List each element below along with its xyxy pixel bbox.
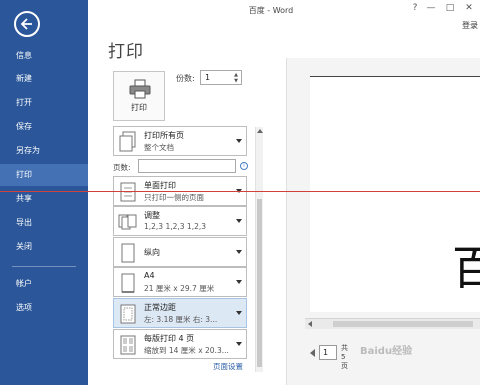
chevron-down-icon bbox=[236, 342, 242, 346]
annotation-line bbox=[0, 191, 480, 192]
dropdown-main-text: 单面打印 bbox=[144, 181, 176, 190]
backstage-sidebar: 信息 新建 打开 保存 另存为 打印 共享 导出 关闭 帐户 选项 bbox=[0, 0, 88, 385]
minimize-button[interactable]: — bbox=[424, 3, 438, 13]
watermark: Baidu经验 bbox=[360, 346, 413, 357]
margins-dropdown[interactable]: 正常边距 左: 3.18 厘米 右: 3... bbox=[113, 298, 247, 328]
preview-text: 百 bbox=[452, 241, 480, 295]
sidebar-item-export[interactable]: 导出 bbox=[0, 212, 88, 234]
scrollbar-thumb[interactable] bbox=[333, 321, 473, 327]
dropdown-main-text: 纵向 bbox=[144, 248, 160, 257]
sidebar-item-info[interactable]: 信息 bbox=[0, 45, 88, 67]
sidebar-divider bbox=[12, 266, 76, 267]
sidebar-item-print[interactable]: 打印 bbox=[0, 164, 88, 186]
sidebar-item-save[interactable]: 保存 bbox=[0, 116, 88, 138]
window-title: 百度 - Word bbox=[248, 6, 294, 15]
pages-per-sheet-icon bbox=[120, 335, 136, 355]
chevron-down-icon bbox=[236, 250, 242, 254]
arrow-left-icon bbox=[20, 18, 32, 30]
back-button[interactable] bbox=[14, 11, 40, 37]
chevron-down-icon bbox=[236, 219, 242, 223]
dropdown-sub-text: 1,2,3 1,2,3 1,2,3 bbox=[144, 222, 207, 231]
dropdown-sub-text: 整个文档 bbox=[144, 143, 174, 152]
page-number-input[interactable]: 1 bbox=[319, 345, 337, 360]
one-sided-icon bbox=[120, 182, 136, 202]
sidebar-item-options[interactable]: 选项 bbox=[0, 297, 88, 319]
dropdown-sub-text: 缩放到 14 厘米 x 20.3... bbox=[144, 346, 229, 355]
chevron-down-icon bbox=[236, 280, 242, 284]
collate-dropdown[interactable]: 调整 1,2,3 1,2,3 1,2,3 bbox=[113, 206, 247, 236]
paper-size-dropdown[interactable]: A4 21 厘米 x 29.7 厘米 bbox=[113, 267, 247, 297]
paper-size-icon bbox=[121, 273, 135, 293]
dropdown-sub-text: 左: 3.18 厘米 右: 3... bbox=[144, 315, 218, 324]
dropdown-sub-text: 只打印一侧的页面 bbox=[144, 193, 204, 202]
print-range-dropdown[interactable]: 打印所有页 整个文档 bbox=[113, 126, 247, 156]
sidebar-item-open[interactable]: 打开 bbox=[0, 92, 88, 114]
copies-value: 1 bbox=[205, 73, 211, 82]
scroll-left-icon[interactable] bbox=[308, 321, 312, 327]
spin-arrows-icon[interactable]: ▲ ▼ bbox=[232, 72, 240, 84]
sidebar-item-account[interactable]: 帐户 bbox=[0, 273, 88, 295]
page-title: 打印 bbox=[108, 42, 144, 62]
dropdown-main-text: 调整 bbox=[144, 211, 160, 220]
help-button[interactable]: ? bbox=[408, 3, 422, 13]
preview-horizontal-scrollbar[interactable] bbox=[305, 318, 480, 329]
dropdown-main-text: 打印所有页 bbox=[144, 131, 184, 140]
collate-icon bbox=[118, 214, 137, 230]
sidebar-item-save-as[interactable]: 另存为 bbox=[0, 140, 88, 162]
printer-icon bbox=[129, 79, 151, 99]
chevron-down-icon bbox=[236, 139, 242, 143]
sidebar-item-new[interactable]: 新建 bbox=[0, 68, 88, 90]
dropdown-main-text: 正常边距 bbox=[144, 303, 176, 312]
pages-label: 页数: bbox=[113, 163, 131, 172]
sidebar-item-close[interactable]: 关闭 bbox=[0, 236, 88, 258]
previous-page-icon[interactable] bbox=[310, 349, 315, 357]
portrait-icon bbox=[121, 243, 135, 263]
settings-scrollbar[interactable] bbox=[255, 127, 263, 372]
login-link[interactable]: 登录 bbox=[462, 20, 478, 31]
dropdown-main-text: 每版打印 4 页 bbox=[144, 334, 195, 343]
page-setup-link[interactable]: 页面设置 bbox=[213, 361, 243, 372]
info-icon[interactable]: i bbox=[240, 162, 248, 170]
dropdown-main-text: A4 bbox=[144, 271, 155, 280]
print-button[interactable]: 打印 bbox=[113, 71, 165, 121]
scrollbar-thumb[interactable] bbox=[257, 199, 262, 367]
margins-icon bbox=[120, 304, 136, 324]
copies-label: 份数: bbox=[176, 74, 195, 83]
print-button-label: 打印 bbox=[131, 103, 147, 112]
scroll-up-icon[interactable] bbox=[257, 129, 263, 133]
dropdown-sub-text: 21 厘米 x 29.7 厘米 bbox=[144, 284, 215, 293]
pages-icon bbox=[119, 131, 136, 152]
pages-per-sheet-dropdown[interactable]: 每版打印 4 页 缩放到 14 厘米 x 20.3... bbox=[113, 329, 247, 359]
orientation-dropdown[interactable]: 纵向 bbox=[113, 237, 247, 267]
chevron-down-icon bbox=[236, 311, 242, 315]
copies-stepper[interactable]: 1 ▲ ▼ bbox=[200, 70, 242, 85]
maximize-button[interactable]: □ bbox=[443, 3, 457, 13]
page-total-text: 共5页 bbox=[341, 344, 348, 370]
pages-input[interactable] bbox=[138, 159, 236, 173]
close-button[interactable]: ✕ bbox=[462, 3, 476, 13]
